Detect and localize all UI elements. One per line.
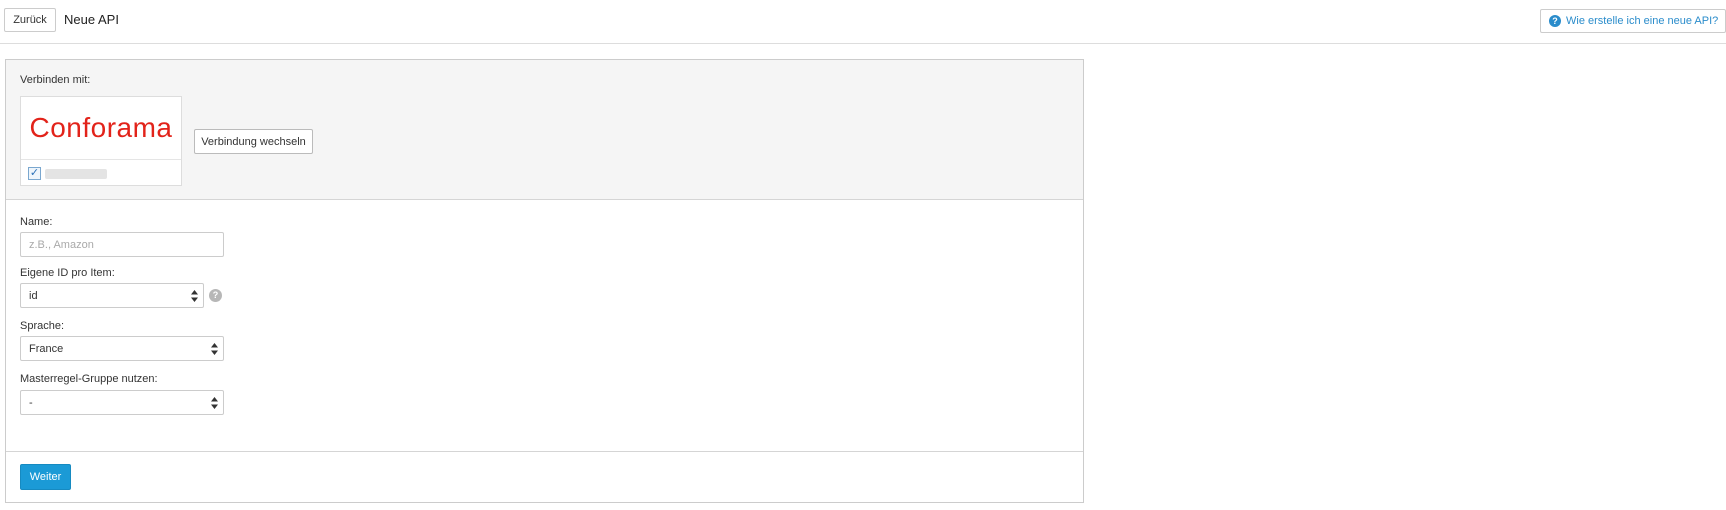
select-arrows-icon	[211, 343, 218, 355]
language-select[interactable]: France	[20, 336, 224, 361]
help-link-label: Wie erstelle ich eine neue API?	[1566, 15, 1719, 27]
master-rule-select[interactable]: -	[20, 390, 224, 415]
api-form: Name: Eigene ID pro Item: id ? Sprache: …	[6, 200, 1083, 452]
help-question-icon[interactable]: ?	[209, 289, 222, 302]
select-arrows-icon	[211, 397, 218, 409]
page-title: Neue API	[64, 12, 119, 27]
own-id-select[interactable]: id	[20, 283, 204, 308]
name-label: Name:	[20, 216, 53, 228]
name-input[interactable]	[20, 232, 224, 257]
connect-section: Verbinden mit: Conforama ✓ Verbindung we…	[6, 60, 1083, 200]
redacted-account-name	[45, 169, 107, 179]
connect-label: Verbinden mit:	[20, 74, 91, 86]
own-id-value: id	[29, 289, 38, 302]
master-rule-value: -	[29, 396, 33, 409]
help-link[interactable]: ? Wie erstelle ich eine neue API?	[1540, 9, 1726, 33]
select-arrows-icon	[191, 290, 198, 302]
top-bar: Zurück Neue API ? Wie erstelle ich eine …	[0, 0, 1726, 44]
conforama-logo: Conforama	[21, 97, 181, 160]
next-button[interactable]: Weiter	[20, 464, 71, 490]
master-rule-label: Masterregel-Gruppe nutzen:	[20, 373, 158, 385]
language-label: Sprache:	[20, 320, 65, 332]
connection-checkbox[interactable]: ✓	[28, 167, 41, 180]
create-api-panel: Verbinden mit: Conforama ✓ Verbindung we…	[5, 59, 1084, 503]
switch-connection-button[interactable]: Verbindung wechseln	[194, 129, 313, 154]
back-button[interactable]: Zurück	[4, 8, 56, 32]
language-value: France	[29, 342, 64, 355]
question-circle-icon: ?	[1549, 15, 1561, 27]
own-id-label: Eigene ID pro Item:	[20, 267, 115, 279]
connection-card: Conforama ✓	[20, 96, 182, 186]
